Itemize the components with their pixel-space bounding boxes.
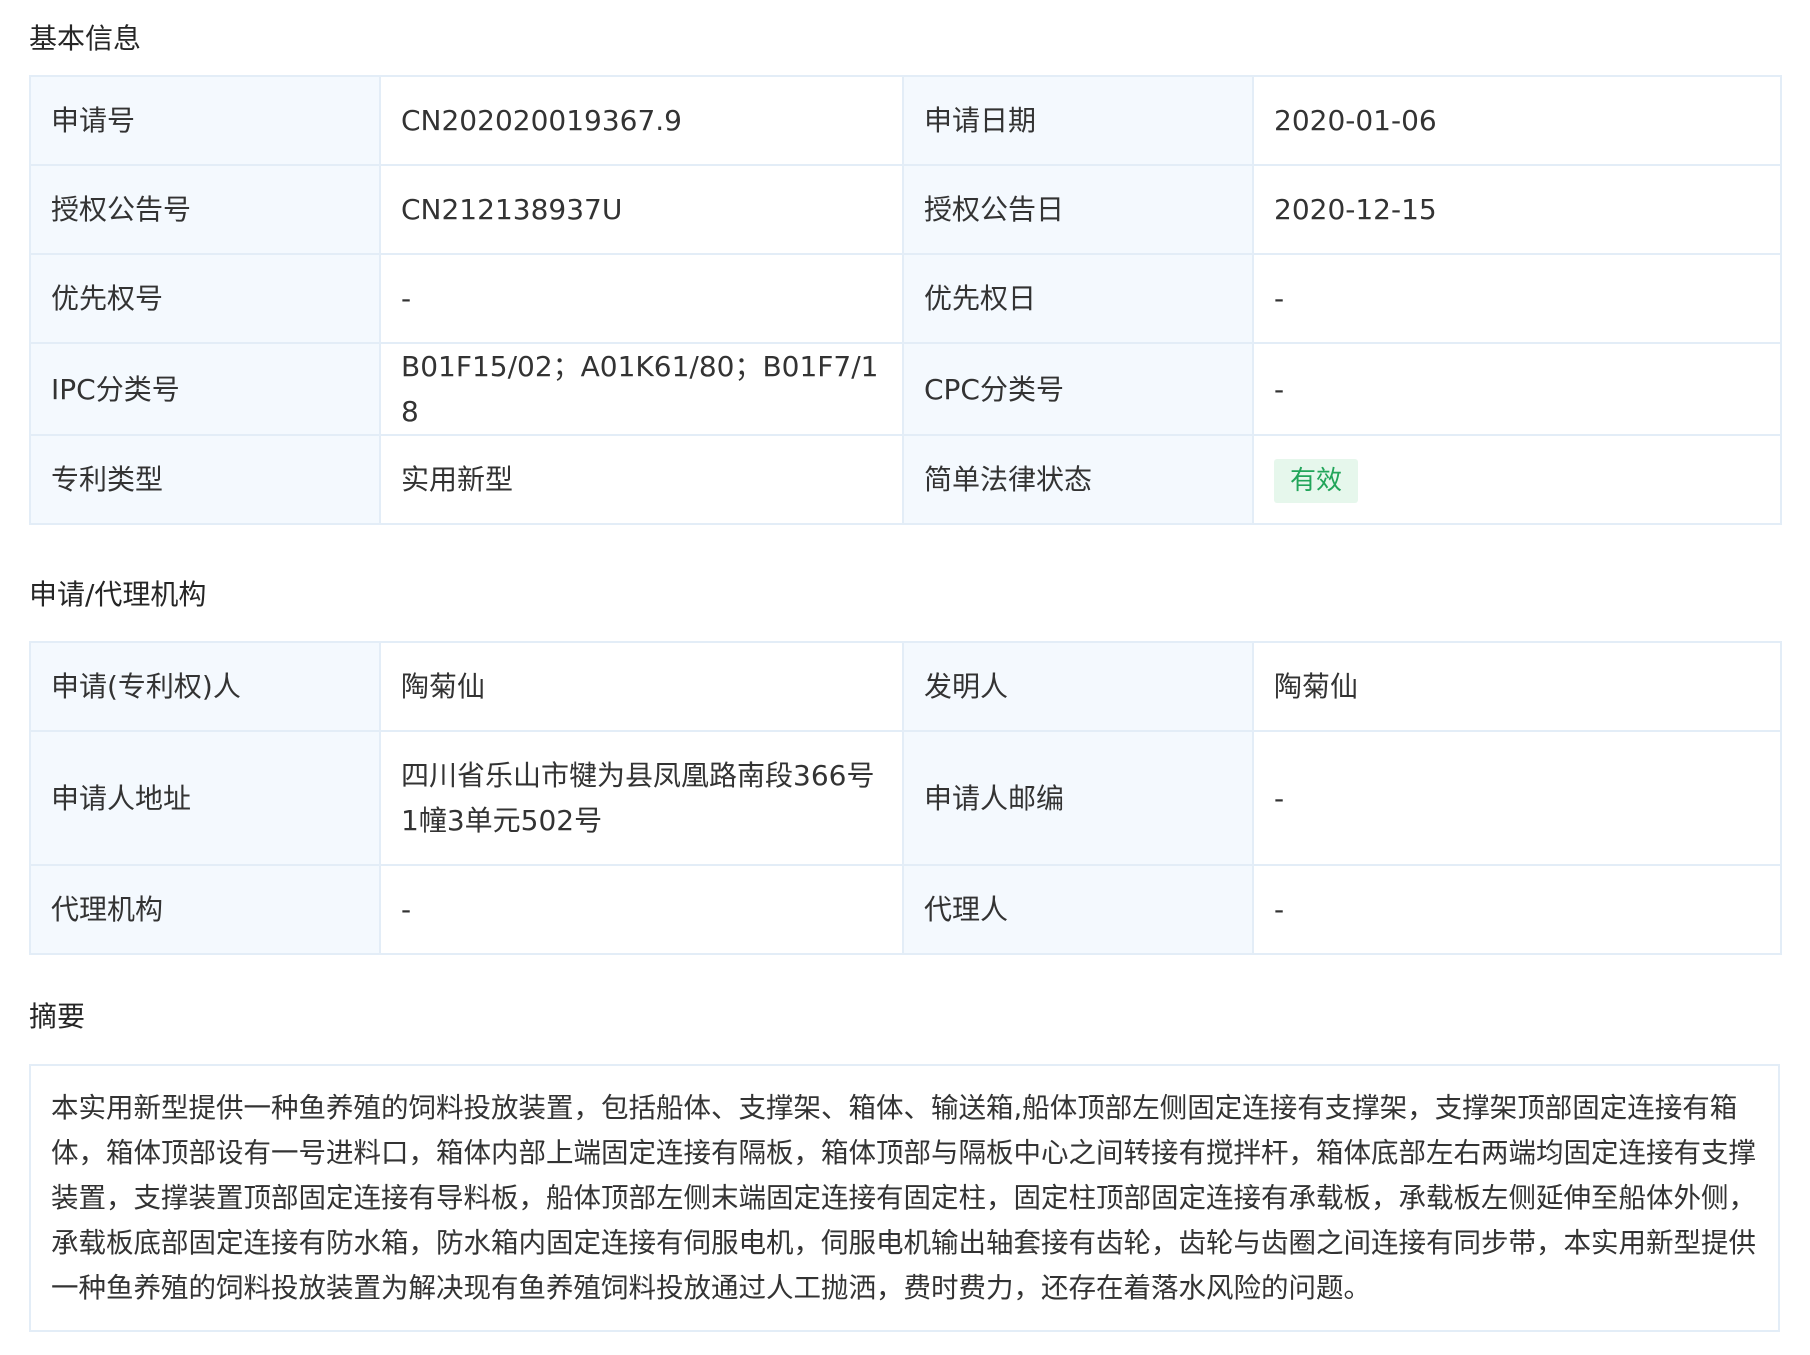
table-row: IPC分类号 B01F15/02；A01K61/80；B01F7/18 CPC分… — [29, 342, 1782, 436]
field-label: 专利类型 — [29, 434, 381, 525]
field-label: IPC分类号 — [29, 342, 381, 436]
section-title-abstract: 摘要 — [29, 1000, 86, 1033]
applicant-address: 四川省乐山市犍为县凤凰路南段366号1幢3单元502号 — [379, 730, 904, 866]
field-label: 申请号 — [29, 75, 381, 166]
field-label: 申请(专利权)人 — [29, 641, 381, 732]
agent: - — [1252, 864, 1782, 955]
table-row: 授权公告号 CN212138937U 授权公告日 2020-12-15 — [29, 164, 1782, 255]
grant-publication-date: 2020-12-15 — [1252, 164, 1782, 255]
table-row: 申请人地址 四川省乐山市犍为县凤凰路南段366号1幢3单元502号 申请人邮编 … — [29, 730, 1782, 866]
applicant-postcode: - — [1252, 730, 1782, 866]
field-label: 发明人 — [902, 641, 1254, 732]
field-label: 简单法律状态 — [902, 434, 1254, 525]
table-row: 专利类型 实用新型 简单法律状态 有效 — [29, 434, 1782, 525]
field-label: 申请日期 — [902, 75, 1254, 166]
agency-table: 申请(专利权)人 陶菊仙 发明人 陶菊仙 申请人地址 四川省乐山市犍为县凤凰路南… — [29, 641, 1782, 955]
grant-publication-number: CN212138937U — [379, 164, 904, 255]
abstract-text: 本实用新型提供一种鱼养殖的饲料投放装置，包括船体、支撑架、箱体、输送箱,船体顶部… — [29, 1064, 1780, 1332]
basic-info-table: 申请号 CN202020019367.9 申请日期 2020-01-06 授权公… — [29, 75, 1782, 525]
field-label: CPC分类号 — [902, 342, 1254, 436]
cpc-classification: - — [1252, 342, 1782, 436]
applicant: 陶菊仙 — [379, 641, 904, 732]
field-label: 申请人邮编 — [902, 730, 1254, 866]
table-row: 申请号 CN202020019367.9 申请日期 2020-01-06 — [29, 75, 1782, 166]
ipc-classification: B01F15/02；A01K61/80；B01F7/18 — [379, 342, 904, 436]
patent-type: 实用新型 — [379, 434, 904, 525]
agency-org: - — [379, 864, 904, 955]
field-label: 优先权号 — [29, 253, 381, 344]
table-row: 代理机构 - 代理人 - — [29, 864, 1782, 955]
table-row: 优先权号 - 优先权日 - — [29, 253, 1782, 344]
inventor: 陶菊仙 — [1252, 641, 1782, 732]
field-label: 优先权日 — [902, 253, 1254, 344]
section-title-basic-info: 基本信息 — [29, 22, 142, 55]
field-label: 代理机构 — [29, 864, 381, 955]
status-badge: 有效 — [1274, 458, 1359, 503]
field-label: 授权公告日 — [902, 164, 1254, 255]
application-date: 2020-01-06 — [1252, 75, 1782, 166]
application-number: CN202020019367.9 — [379, 75, 904, 166]
field-label: 授权公告号 — [29, 164, 381, 255]
priority-date: - — [1252, 253, 1782, 344]
field-label: 申请人地址 — [29, 730, 381, 866]
legal-status-cell: 有效 — [1252, 434, 1782, 525]
priority-number: - — [379, 253, 904, 344]
section-title-agency: 申请/代理机构 — [29, 578, 207, 611]
field-label: 代理人 — [902, 864, 1254, 955]
table-row: 申请(专利权)人 陶菊仙 发明人 陶菊仙 — [29, 641, 1782, 732]
